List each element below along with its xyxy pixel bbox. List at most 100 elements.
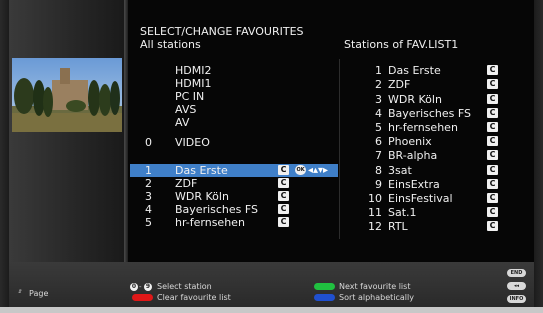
source-item[interactable]: AV — [175, 116, 189, 129]
favourite-number: 10 — [368, 192, 382, 205]
favourite-row[interactable]: 1 Das Erste C — [346, 64, 506, 77]
channel-badge-icon: C — [487, 165, 498, 175]
station-name: Das Erste — [175, 164, 228, 177]
station-number: 3 — [145, 190, 152, 203]
favourite-name: Phoenix — [388, 135, 432, 148]
source-item-video[interactable]: 0 VIDEO — [130, 136, 338, 149]
station-name: VIDEO — [175, 136, 210, 149]
channel-badge-icon: C — [278, 191, 289, 201]
favourite-name: EinsExtra — [388, 178, 440, 191]
channel-badge-icon: C — [278, 165, 289, 175]
favourite-row[interactable]: 3 WDR Köln C — [346, 93, 506, 106]
source-item[interactable]: HDMI1 — [175, 77, 211, 90]
favourite-row[interactable]: 8 3sat C — [346, 164, 506, 177]
favourite-row[interactable]: 7 BR-alpha C — [346, 149, 506, 162]
key-9-icon: 9 — [144, 283, 152, 291]
favourite-name: hr-fernsehen — [388, 121, 458, 134]
favourite-row[interactable]: 12 RTL C — [346, 220, 506, 233]
next-favourite-list-label: Next favourite list — [339, 282, 411, 291]
station-number: 4 — [145, 203, 152, 216]
favourite-list-heading: Stations of FAV.LIST1 — [344, 38, 459, 51]
select-station-label: Select station — [157, 282, 212, 291]
favourite-row[interactable]: 5 hr-fernsehen C — [346, 121, 506, 134]
station-name: WDR Köln — [175, 190, 229, 203]
page-title: SELECT/CHANGE FAVOURITES — [140, 25, 304, 38]
channel-badge-icon: C — [487, 221, 498, 231]
all-stations-heading: All stations — [140, 38, 201, 51]
channel-badge-icon: C — [278, 204, 289, 214]
channel-badge-icon: C — [487, 150, 498, 160]
source-item[interactable]: HDMI2 — [175, 64, 211, 77]
station-name: Bayerisches FS — [175, 203, 259, 216]
channel-badge-icon: C — [487, 79, 498, 89]
channel-badge-icon: C — [487, 193, 498, 203]
clear-favourite-list-label: Clear favourite list — [157, 293, 231, 302]
channel-badge-icon: C — [487, 122, 498, 132]
favourite-number: 5 — [375, 121, 382, 134]
page-label: Page — [29, 289, 49, 298]
station-row[interactable]: 4 Bayerisches FS C — [130, 203, 338, 216]
channel-badge-icon: C — [278, 178, 289, 188]
green-button-icon[interactable] — [314, 283, 335, 290]
channel-badge-icon: C — [487, 207, 498, 217]
preview-thumbnail — [12, 58, 122, 132]
station-number: 2 — [145, 177, 152, 190]
favourite-number: 4 — [375, 107, 382, 120]
station-row[interactable]: 5 hr-fernsehen C — [130, 216, 338, 229]
back-key-icon[interactable]: ◂◂ — [507, 282, 526, 290]
list-separator — [339, 59, 340, 239]
station-row-selected[interactable]: 1 Das Erste C OK ◂▴▾▸ — [130, 164, 338, 177]
station-number: 1 — [145, 164, 152, 177]
key-0-icon: 0 — [130, 283, 138, 291]
favourite-row[interactable]: 4 Bayerisches FS C — [346, 107, 506, 120]
channel-badge-icon: C — [487, 179, 498, 189]
favourite-name: 3sat — [388, 164, 412, 177]
key-separator: - — [139, 283, 142, 291]
footer-bar — [9, 262, 534, 307]
favourite-name: BR-alpha — [388, 149, 438, 162]
favourite-number: 12 — [368, 220, 382, 233]
favourite-row[interactable]: 9 EinsExtra C — [346, 178, 506, 191]
favourite-number: 6 — [375, 135, 382, 148]
favourite-number: 7 — [375, 149, 382, 162]
station-name: ZDF — [175, 177, 198, 190]
end-key-icon[interactable]: END — [507, 269, 526, 277]
favourite-number: 3 — [375, 93, 382, 106]
favourite-row[interactable]: 2 ZDF C — [346, 78, 506, 91]
station-row[interactable]: 2 ZDF C — [130, 177, 338, 190]
source-item[interactable]: PC IN — [175, 90, 204, 103]
panel-divider — [124, 0, 128, 262]
channel-badge-icon: C — [487, 94, 498, 104]
screen-bottom-edge — [0, 307, 543, 313]
favourite-number: 8 — [375, 164, 382, 177]
station-number: 0 — [145, 136, 152, 149]
favourite-name: Bayerisches FS — [388, 107, 472, 120]
station-name: hr-fernsehen — [175, 216, 245, 229]
page-header: SELECT/CHANGE FAVOURITES All stations — [140, 25, 304, 51]
favourite-name: Das Erste — [388, 64, 441, 77]
favourite-name: RTL — [388, 220, 408, 233]
favourite-row[interactable]: 6 Phoenix C — [346, 135, 506, 148]
station-row[interactable]: 3 WDR Köln C — [130, 190, 338, 203]
favourite-row[interactable]: 10 EinsFestival C — [346, 192, 506, 205]
favourite-name: EinsFestival — [388, 192, 453, 205]
source-item[interactable]: AVS — [175, 103, 196, 116]
ok-button-icon[interactable]: OK — [295, 165, 306, 175]
channel-badge-icon: C — [278, 217, 289, 227]
sort-alphabetically-label: Sort alphabetically — [339, 293, 414, 302]
channel-badge-icon: C — [487, 136, 498, 146]
channel-badge-icon: C — [487, 108, 498, 118]
favourite-row[interactable]: 11 Sat.1 C — [346, 206, 506, 219]
favourite-name: WDR Köln — [388, 93, 442, 106]
favourite-name: ZDF — [388, 78, 411, 91]
favourite-name: Sat.1 — [388, 206, 417, 219]
page-arrows-icon: ⇵ — [18, 289, 23, 295]
info-key-icon[interactable]: INFO — [507, 295, 526, 303]
blue-button-icon[interactable] — [314, 294, 335, 301]
red-button-icon[interactable] — [132, 294, 153, 301]
favourite-number: 9 — [375, 178, 382, 191]
navigation-arrows-icon: ◂▴▾▸ — [308, 165, 329, 176]
channel-badge-icon: C — [487, 65, 498, 75]
favourite-number: 1 — [375, 64, 382, 77]
station-number: 5 — [145, 216, 152, 229]
